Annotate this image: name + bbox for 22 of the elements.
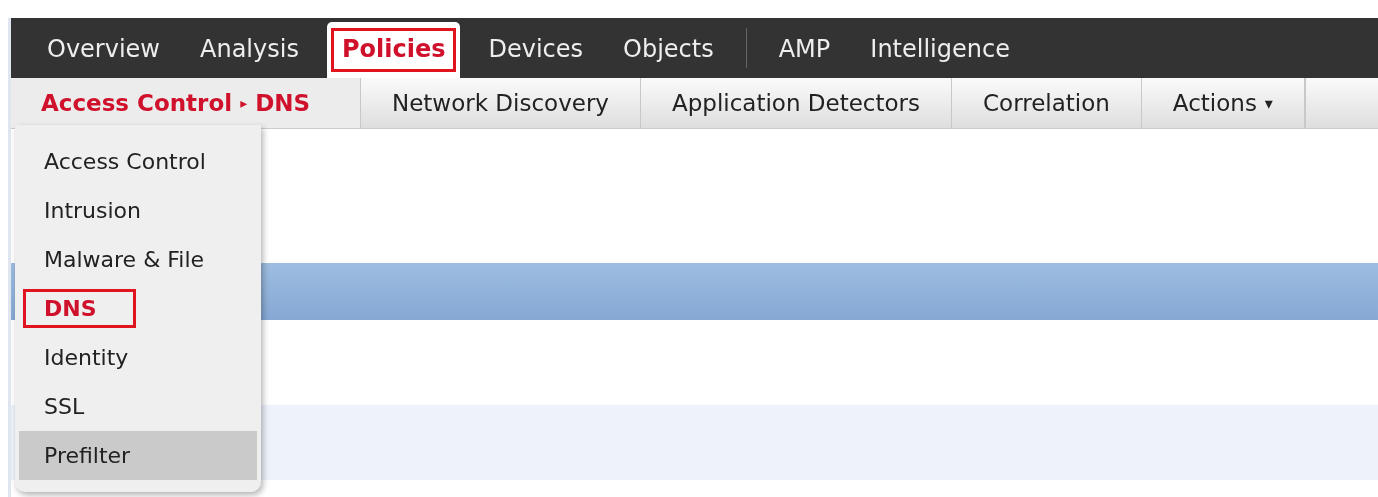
sub-nav-tab[interactable]: Application Detectors	[641, 78, 952, 128]
menu-item[interactable]: Identity	[19, 333, 257, 382]
breadcrumb-link[interactable]: DNS	[255, 90, 311, 116]
sub-nav-tab[interactable]: Network Discovery	[361, 78, 641, 128]
nav-tab[interactable]: Devices	[468, 22, 604, 78]
breadcrumb-separator-icon: ▸	[240, 95, 248, 111]
sub-nav-tab[interactable]: Correlation	[952, 78, 1142, 128]
menu-item[interactable]: Malware & File	[19, 235, 257, 284]
menu-item[interactable]: SSL	[19, 382, 257, 431]
caret-icon: ▾	[1264, 93, 1273, 113]
menu-item[interactable]: DNS	[19, 284, 257, 333]
breadcrumb-link[interactable]: Access Control	[41, 90, 233, 116]
menu-item[interactable]: Access Control	[19, 137, 257, 186]
actions-menu-button[interactable]: Actions ▾	[1141, 78, 1305, 128]
menu-item[interactable]: Prefilter	[19, 431, 257, 480]
nav-tab[interactable]: Intelligence	[850, 22, 1030, 78]
nav-tab[interactable]: Analysis	[180, 22, 319, 78]
nav-tab[interactable]: Overview	[27, 22, 180, 78]
nav-tab[interactable]: AMP	[758, 22, 851, 78]
menu-item[interactable]: Intrusion	[19, 186, 257, 235]
nav-tab[interactable]: Objects	[603, 22, 734, 78]
nav-tab[interactable]: Policies	[326, 22, 461, 78]
